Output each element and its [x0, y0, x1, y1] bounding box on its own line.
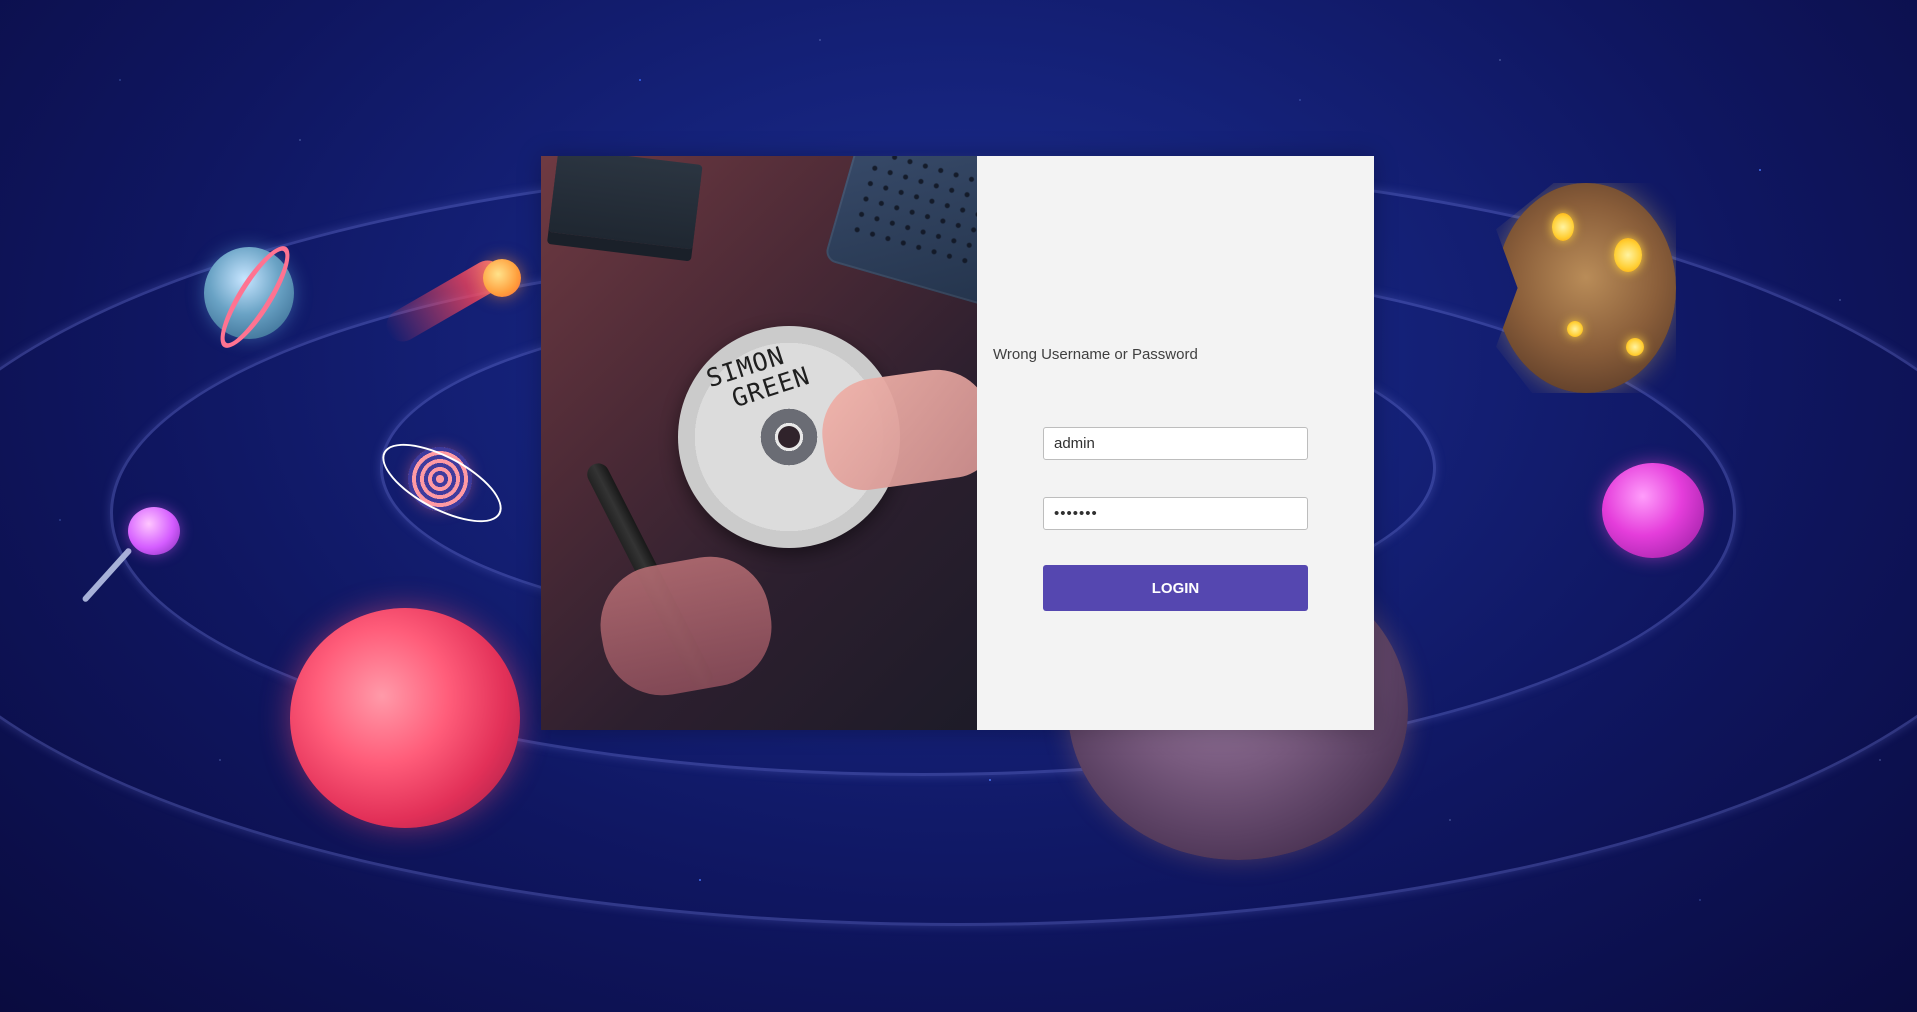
login-card: SIMON GREEN Wrong Username or Password L…: [541, 156, 1374, 730]
moon-icon: [1496, 183, 1676, 393]
lollipop-icon: [128, 507, 180, 555]
username-input[interactable]: [1043, 427, 1308, 460]
laptop-keyboard-image: [823, 156, 977, 307]
pink-planet-icon: [290, 608, 520, 828]
disc-cases-image: [548, 156, 703, 250]
photo-panel: SIMON GREEN: [541, 156, 977, 730]
moon-spot: [1567, 321, 1583, 337]
cd-center-hole: [778, 426, 800, 448]
page: SIMON GREEN Wrong Username or Password L…: [0, 0, 1917, 1012]
magenta-planet-icon: [1602, 463, 1704, 558]
comet-icon: [483, 259, 521, 297]
moon-spot: [1614, 238, 1642, 272]
login-form-panel: Wrong Username or Password LOGIN: [977, 156, 1374, 730]
moon-spot: [1552, 213, 1574, 241]
second-hand-image: [591, 547, 781, 705]
moon-spot: [1626, 338, 1644, 356]
login-button[interactable]: LOGIN: [1043, 565, 1308, 611]
error-message: Wrong Username or Password: [993, 346, 1198, 363]
password-input[interactable]: [1043, 497, 1308, 530]
